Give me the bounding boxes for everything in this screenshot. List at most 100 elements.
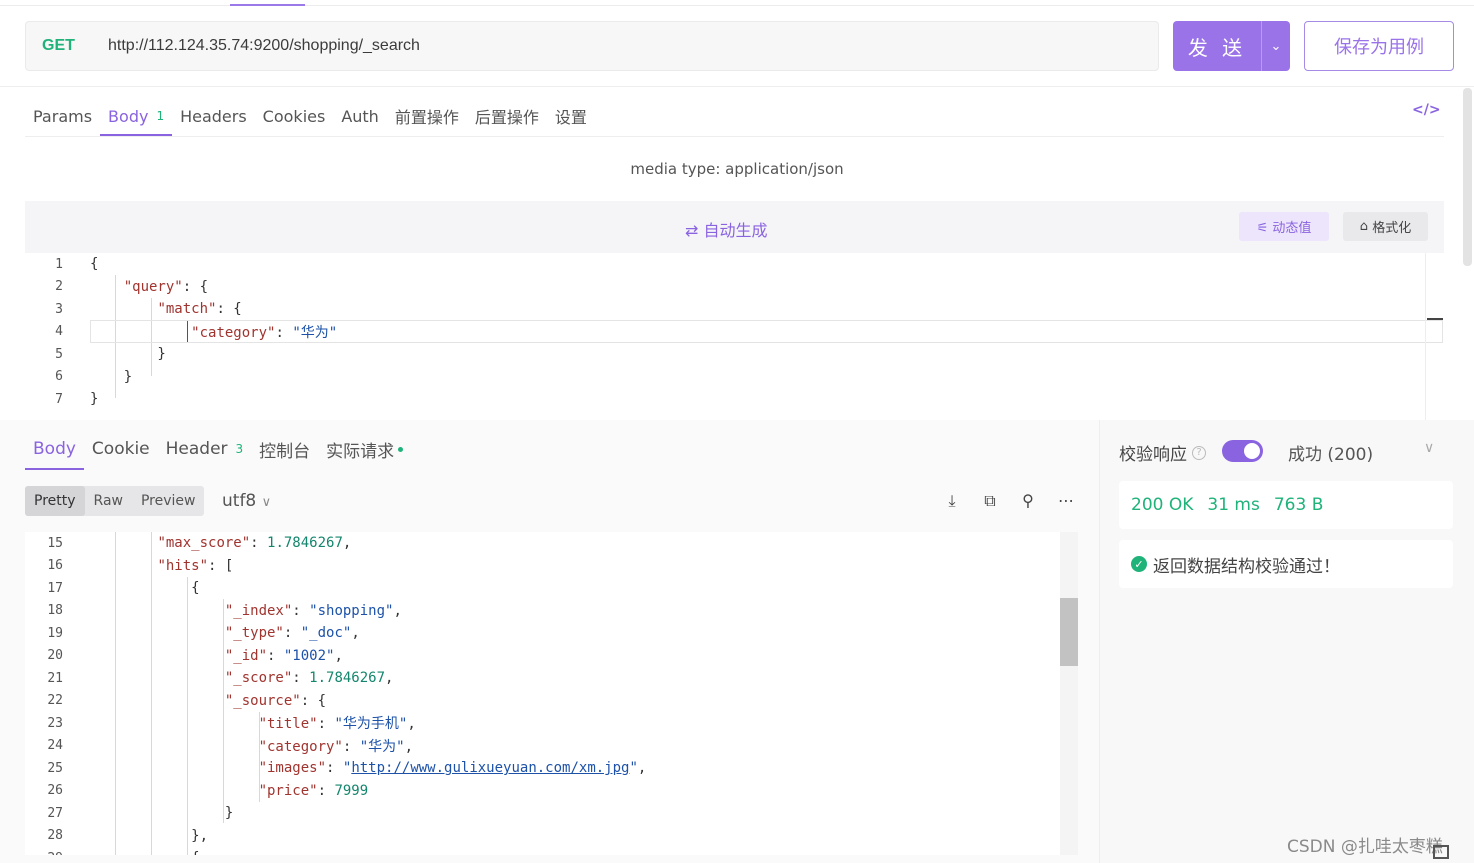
code-line: 26 "price": 7999 [25,780,1055,803]
line-number: 16 [47,558,63,574]
window-icon [1433,845,1449,859]
tab-body[interactable]: Body 1 [100,96,173,136]
code-text: } [90,368,133,385]
code-icon[interactable]: </> [1412,102,1441,118]
page-scrollbar[interactable] [1463,88,1472,266]
code-line: 15 "max_score": 1.7846267, [25,532,1055,555]
format-icon: ⌂ [1359,219,1373,234]
line-number: 15 [47,535,63,551]
tab-label: Params [33,106,93,126]
code-line: 5 } [25,343,1444,365]
more-icon[interactable]: ⋯ [1058,491,1074,511]
code-text: "title": "华为手机", [258,716,416,733]
tab-label: Cookies [262,106,326,126]
view-raw[interactable]: Raw [85,486,132,516]
status-dot [398,446,404,452]
view-mode-switch: Pretty Raw Preview [25,486,205,516]
response-scrollbar[interactable] [1060,532,1078,855]
line-number: 19 [47,625,63,641]
chevron-down-icon[interactable]: ⌄ [1262,39,1290,54]
line-number: 1 [55,256,63,272]
tab-response-body[interactable]: Body [25,428,84,470]
divider [0,86,1474,87]
code-text: "category": "华为", [258,738,414,755]
status-select[interactable]: 成功 (200) [1288,440,1373,465]
code-line: 25 "images": "http://www.gulixueyuan.com… [25,757,1055,780]
response-time: 31 ms [1207,495,1260,515]
code-line: 20 "_id": "1002", [25,645,1055,668]
code-line: 27 } [25,802,1055,825]
code-line: 21 "_score": 1.7846267, [25,667,1055,690]
search-icon[interactable]: ⚲ [1020,491,1036,511]
response-body-viewer[interactable]: 15 "max_score": 1.7846267, 16 "hits": [17… [25,532,1078,855]
code-line: 4 "category": "华为" [25,321,1444,343]
line-number: 26 [47,783,63,799]
line-number: 6 [55,369,63,384]
line-number: 29 [25,851,63,855]
response-scrollbar-thumb[interactable] [1060,598,1078,666]
copy-icon[interactable]: ⧉ [982,491,998,511]
validation-message: 返回数据结构校验通过！ [1153,556,1340,577]
verify-response-label: 校验响应? [1119,440,1206,465]
chevron-down-icon: ∨ [261,495,272,510]
line-number: 25 [47,760,63,776]
code-text: } [90,346,166,362]
format-button[interactable]: ⌂ 格式化 [1343,212,1428,241]
auto-generate-button[interactable]: ⇄ 自动生成 [685,217,768,241]
code-line: 19 "_type": "_doc", [25,622,1055,645]
tab-pre-actions[interactable]: 前置操作 [387,96,467,136]
save-as-case-button[interactable]: 保存为用例 [1304,21,1454,71]
code-text: "category": "华为" [191,324,338,341]
code-line: 7} [25,388,1444,410]
media-type-label: media type: application/json [630,160,844,178]
code-text: { [90,256,99,272]
tab-console[interactable]: 控制台 [251,428,318,470]
view-pretty[interactable]: Pretty [25,486,85,516]
view-preview[interactable]: Preview [132,486,205,516]
tab-label: Body [33,439,76,459]
code-text: "hits": [ [157,557,234,574]
active-tab-indicator [230,4,305,6]
download-icon[interactable]: ⤓ [944,491,960,511]
response-stats: 200 OK 31 ms 763 B [1119,481,1453,529]
tab-headers[interactable]: Headers [172,96,255,136]
send-button-label[interactable]: 发 送 [1173,32,1261,61]
tab-settings[interactable]: 设置 [547,96,595,136]
code-line: 3 "match": { [25,298,1444,320]
dynamic-value-button[interactable]: ⚟ 动态值 [1239,212,1329,241]
method-select[interactable]: GET [42,37,108,55]
code-line: 2 "query": { [25,276,1444,298]
response-actions: ⤓ ⧉ ⚲ ⋯ [944,491,1074,511]
request-body-editor[interactable]: 1{2 "query": {3 "match": {4 "category": … [25,253,1444,420]
line-number: 23 [47,715,63,731]
chevron-down-icon[interactable]: ∨ [1424,440,1434,456]
tab-params[interactable]: Params [25,96,100,136]
help-icon[interactable]: ? [1192,445,1206,460]
tab-post-actions[interactable]: 后置操作 [467,96,547,136]
code-line: 1{ [25,253,1444,275]
tab-response-cookie[interactable]: Cookie [84,428,158,470]
line-number: 4 [55,324,63,339]
url-bar[interactable]: GET http://112.124.35.74:9200/shopping/_… [25,21,1159,71]
code-text: } [90,805,234,822]
code-text: "_index": "shopping", [224,602,402,619]
tab-actual-request[interactable]: 实际请求 [318,428,411,470]
url-input[interactable]: http://112.124.35.74:9200/shopping/_sear… [108,37,420,55]
tab-response-header[interactable]: Header 3 [158,428,252,470]
code-text: "_source": { [224,692,327,709]
editor-scrollbar[interactable] [1425,253,1444,420]
code-text: "_id": "1002", [224,647,343,664]
tab-cookies[interactable]: Cookies [255,96,334,136]
code-text: "price": 7999 [258,782,369,799]
tab-auth[interactable]: Auth [333,96,387,136]
tab-label: Headers [180,106,247,126]
code-text: "_type": "_doc", [224,625,360,642]
verify-toggle[interactable] [1222,440,1263,462]
send-button[interactable]: 发 送 ⌄ [1173,21,1290,71]
validation-result: ✓ 返回数据结构校验通过！ [1119,540,1453,588]
tab-label: Cookie [91,439,150,459]
encoding-select[interactable]: utf8 ∨ [222,491,271,511]
code-text: "query": { [123,278,209,295]
tab-label: Header [165,439,228,459]
line-number: 5 [55,346,63,362]
